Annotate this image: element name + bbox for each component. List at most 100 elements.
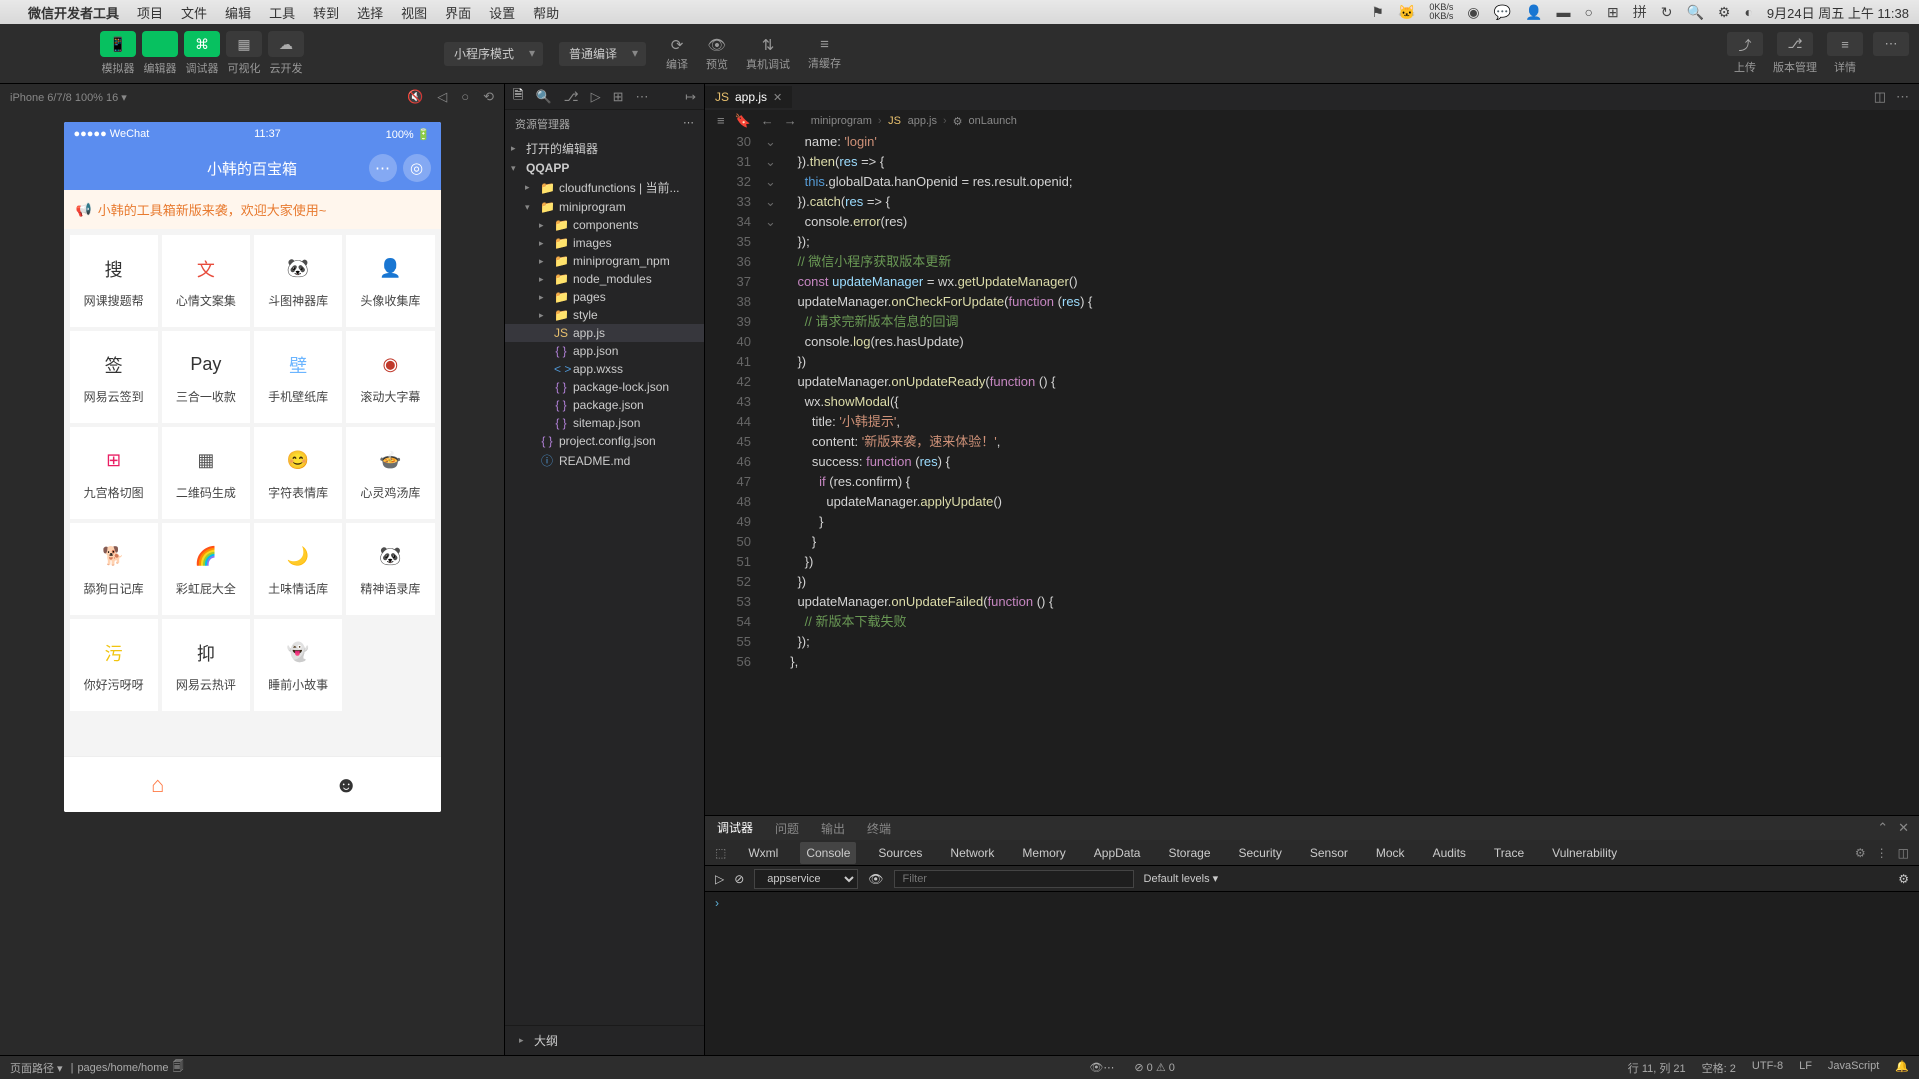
toolbar-mid-3[interactable]: ≡清缓存 <box>808 36 841 71</box>
tree-node[interactable]: { } project.config.json <box>505 432 704 450</box>
menu-project[interactable]: 项目 <box>137 3 163 22</box>
menubar-icon[interactable]: ⚑ <box>1371 4 1384 21</box>
mode-select[interactable]: 小程序模式 <box>444 42 543 66</box>
devtools-tab[interactable]: Storage <box>1162 842 1216 864</box>
sim-mute-icon[interactable]: 🔇 <box>407 89 423 105</box>
toolbar-right-3[interactable]: ⋯ <box>1873 32 1909 75</box>
grid-cell[interactable]: ▦ 二维码生成 <box>162 427 250 519</box>
panel-collapse-icon[interactable]: ⌃ <box>1877 820 1888 836</box>
tab-app-js[interactable]: JS app.js ✕ <box>705 86 792 108</box>
capsule-close-icon[interactable]: ◎ <box>403 154 431 182</box>
git-icon[interactable]: ⎇ <box>564 89 579 105</box>
breadcrumb[interactable]: ≡ 🔖 ← → miniprogram› JSapp.js› ⚙onLaunch <box>705 110 1919 132</box>
page-path-label[interactable]: 页面路径 ▾ <box>10 1060 63 1076</box>
tab-profile[interactable]: ☻ <box>252 757 441 812</box>
cat-icon[interactable]: 🐱 <box>1398 4 1415 21</box>
outline-icon[interactable]: ≡ <box>717 113 725 129</box>
inspect-icon[interactable]: ⬚ <box>715 846 726 860</box>
tree-node[interactable]: { } package.json <box>505 396 704 414</box>
grid-icon[interactable]: ⊞ <box>1607 4 1619 21</box>
sim-home-icon[interactable]: ○ <box>461 89 469 105</box>
wechat-icon[interactable]: 💬 <box>1494 4 1511 21</box>
tree-node[interactable]: ▸ 📁 style <box>505 306 704 324</box>
more-icon[interactable]: ⋮ <box>1876 846 1888 860</box>
problems[interactable]: ⊘ 0 ⚠ 0 <box>1134 1061 1174 1074</box>
grid-cell[interactable]: 签 网易云签到 <box>70 331 158 423</box>
console-output[interactable]: › <box>705 892 1919 1055</box>
menu-select[interactable]: 选择 <box>357 3 383 22</box>
toolbar-btn-2[interactable]: ⌘ 调试器 <box>184 31 220 76</box>
capsule-menu-icon[interactable]: ⋯ <box>369 154 397 182</box>
toolbar-btn-0[interactable]: 📱 模拟器 <box>100 31 136 76</box>
tree-node[interactable]: { } package-lock.json <box>505 378 704 396</box>
debugger-tab[interactable]: 输出 <box>819 816 847 841</box>
grid-cell[interactable]: 🐕 舔狗日记库 <box>70 523 158 615</box>
debugger-tab[interactable]: 终端 <box>865 816 893 841</box>
display-icon[interactable]: ▬ <box>1557 4 1571 20</box>
grid-cell[interactable]: 👻 睡前小故事 <box>254 619 342 711</box>
more-icon[interactable]: ⋯ <box>1896 89 1909 105</box>
devtools-tab[interactable]: Sensor <box>1304 842 1354 864</box>
page-path[interactable]: pages/home/home <box>77 1062 168 1074</box>
menu-settings[interactable]: 设置 <box>489 3 515 22</box>
filter-input[interactable] <box>894 870 1134 888</box>
console-settings-icon[interactable]: ⚙ <box>1898 872 1909 886</box>
tree-node[interactable]: { } app.json <box>505 342 704 360</box>
circle-icon[interactable]: ○ <box>1585 4 1593 20</box>
grid-cell[interactable]: 👤 头像收集库 <box>346 235 434 327</box>
toolbar-btn-3[interactable]: ▦ 可视化 <box>226 31 262 76</box>
context-select[interactable]: appservice <box>754 869 858 889</box>
device-selector[interactable]: iPhone 6/7/8 100% 16 ▾ <box>10 91 127 104</box>
toolbar-mid-1[interactable]: 👁预览 <box>706 36 728 72</box>
grid-cell[interactable]: ◉ 滚动大字幕 <box>346 331 434 423</box>
grid-cell[interactable]: 🌈 彩虹屁大全 <box>162 523 250 615</box>
tree-node[interactable]: ▸ 📁 pages <box>505 288 704 306</box>
search-icon[interactable]: 🔍 <box>535 89 551 105</box>
grid-cell[interactable]: 壁 手机壁纸库 <box>254 331 342 423</box>
nav-back-icon[interactable]: ← <box>761 113 774 129</box>
devtools-tab[interactable]: Mock <box>1370 842 1411 864</box>
pinyin-icon[interactable]: 拼 <box>1633 2 1647 22</box>
menu-tools[interactable]: 工具 <box>269 3 295 22</box>
compile-select[interactable]: 普通编译 <box>559 42 646 66</box>
siri-icon[interactable]: ◐ <box>1744 4 1752 20</box>
tree-node[interactable]: ▾ 📁 miniprogram <box>505 198 704 216</box>
ext-icon[interactable]: ⊞ <box>613 89 624 105</box>
menu-edit[interactable]: 编辑 <box>225 3 251 22</box>
devtools-tab[interactable]: Audits <box>1427 842 1472 864</box>
more-icon[interactable]: ⋯ <box>636 89 649 105</box>
system-datetime[interactable]: 9月24日 周五 上午 11:38 <box>1767 3 1909 22</box>
explorer-icon[interactable]: 🗎 <box>513 86 523 108</box>
tree-node[interactable]: { } sitemap.json <box>505 414 704 432</box>
menu-goto[interactable]: 转到 <box>313 3 339 22</box>
code-editor[interactable]: 3031323334353637383940414243444546474849… <box>705 132 1919 815</box>
debugger-tab[interactable]: 调试器 <box>715 815 755 842</box>
sync-icon[interactable]: ↻ <box>1661 4 1673 21</box>
grid-cell[interactable]: 抑 网易云热评 <box>162 619 250 711</box>
settings-icon[interactable]: ⚙ <box>1855 846 1866 860</box>
close-icon[interactable]: ✕ <box>773 91 782 104</box>
devtools-tab[interactable]: Wxml <box>742 842 784 864</box>
grid-cell[interactable]: 文 心情文案集 <box>162 235 250 327</box>
status-icon[interactable]: ◉ <box>1467 4 1479 21</box>
panel-close-icon[interactable]: ✕ <box>1898 820 1909 836</box>
tree-node[interactable]: < > app.wxss <box>505 360 704 378</box>
eol[interactable]: LF <box>1799 1060 1812 1076</box>
sim-back-icon[interactable]: ◁ <box>437 89 447 105</box>
tree-node[interactable]: ▸ 📁 node_modules <box>505 270 704 288</box>
clear-icon[interactable]: ⊘ <box>734 872 744 886</box>
grid-cell[interactable]: ⊞ 九宫格切图 <box>70 427 158 519</box>
devtools-tab[interactable]: AppData <box>1088 842 1147 864</box>
toolbar-mid-2[interactable]: ⇅真机调试 <box>746 36 790 72</box>
grid-cell[interactable]: Pay 三合一收款 <box>162 331 250 423</box>
encoding[interactable]: UTF-8 <box>1752 1060 1783 1076</box>
tree-node[interactable]: ▸ 📁 miniprogram_npm <box>505 252 704 270</box>
toolbar-mid-0[interactable]: ⟳编译 <box>666 36 688 72</box>
toolbar-btn-1[interactable]: 编辑器 <box>142 31 178 76</box>
debugger-tab[interactable]: 问题 <box>773 816 801 841</box>
grid-cell[interactable]: 🌙 土味情话库 <box>254 523 342 615</box>
devtools-tab[interactable]: Trace <box>1488 842 1530 864</box>
log-levels[interactable]: Default levels ▾ <box>1144 872 1219 885</box>
language-mode[interactable]: JavaScript <box>1828 1060 1879 1076</box>
explorer-more-icon[interactable]: ⋯ <box>683 116 694 132</box>
